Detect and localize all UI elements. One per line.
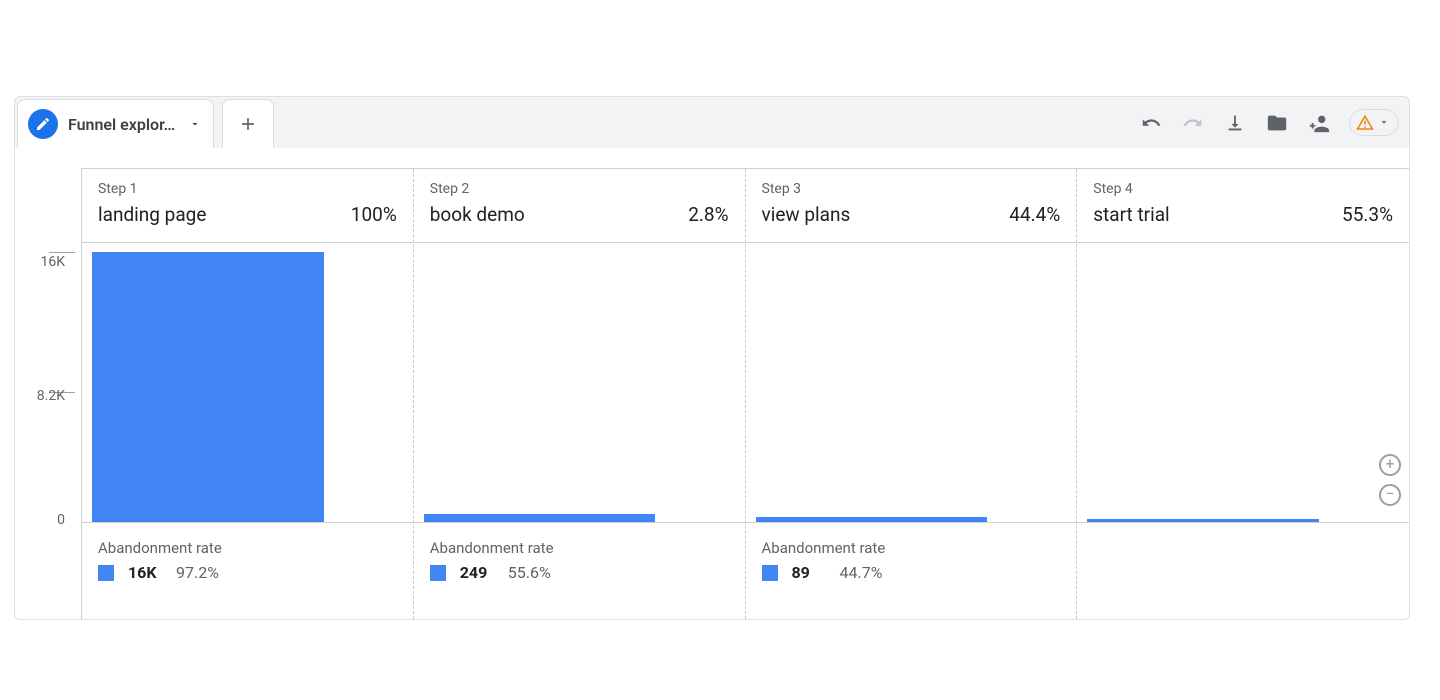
- pencil-icon: [28, 109, 58, 139]
- step-name: landing page: [98, 203, 206, 226]
- download-button[interactable]: [1223, 111, 1247, 135]
- abandonment-percent: 55.6%: [508, 563, 551, 582]
- step-number: Step 2: [430, 181, 729, 197]
- warning-icon: [1356, 114, 1374, 132]
- step-name: book demo: [430, 203, 525, 226]
- step-name: start trial: [1093, 203, 1169, 226]
- step-chart: [82, 243, 413, 523]
- abandonment-percent: 97.2%: [176, 563, 219, 582]
- step-percent: 44.4%: [1009, 203, 1060, 226]
- y-tick: 16K: [21, 254, 65, 270]
- toolbar: [1139, 109, 1409, 136]
- step-bar: [92, 252, 324, 522]
- abandonment-percent: 44.7%: [840, 563, 883, 582]
- funnel-steps: Step 1 landing page 100% Abandonment rate 16…: [81, 168, 1409, 619]
- insights-button[interactable]: [1349, 109, 1399, 136]
- abandonment: Abandonment rate 16K 97.2%: [82, 529, 413, 582]
- step-percent: 55.3%: [1342, 203, 1393, 226]
- abandonment-count: 16K: [128, 563, 162, 582]
- funnel-step: Step 3 view plans 44.4% Abandonment rate 89 4…: [746, 169, 1078, 619]
- zoom-in-button[interactable]: +: [1379, 454, 1401, 476]
- step-percent: 2.8%: [688, 203, 728, 226]
- y-tick: 0: [21, 512, 65, 528]
- legend-swatch: [430, 565, 446, 581]
- abandonment: Abandonment rate 249 55.6%: [414, 529, 745, 582]
- export-folder-button[interactable]: [1265, 111, 1289, 135]
- abandonment: Abandonment rate 89 44.7%: [746, 529, 1077, 582]
- step-percent: 100%: [351, 203, 397, 226]
- tab-bar: Funnel explor…: [14, 96, 1410, 148]
- chevron-down-icon: [1378, 113, 1390, 132]
- abandonment-label: Abandonment rate: [762, 539, 1061, 557]
- funnel-report: 16K 8.2K 0 Step 1 landing page 100% Abandon…: [14, 148, 1410, 620]
- step-number: Step 1: [98, 181, 397, 197]
- abandonment-count: 89: [792, 563, 826, 582]
- tab-title: Funnel explor…: [68, 115, 175, 134]
- step-chart: [414, 243, 745, 523]
- zoom-controls: + −: [1379, 454, 1401, 506]
- step-number: Step 4: [1093, 181, 1393, 197]
- share-user-button[interactable]: [1307, 111, 1331, 135]
- step-name: view plans: [762, 203, 851, 226]
- funnel-step: Step 2 book demo 2.8% Abandonment rate 249 55…: [414, 169, 746, 619]
- legend-swatch: [98, 565, 114, 581]
- step-chart: [1077, 243, 1409, 523]
- step-bar: [424, 514, 656, 522]
- zoom-out-button[interactable]: −: [1379, 484, 1401, 506]
- y-axis: 16K 8.2K 0: [15, 168, 81, 619]
- add-tab-button[interactable]: [222, 99, 274, 149]
- abandonment-label: Abandonment rate: [98, 539, 397, 557]
- y-tick: 8.2K: [21, 388, 65, 404]
- funnel-step: Step 4 start trial 55.3%: [1077, 169, 1409, 619]
- abandonment-count: 249: [460, 563, 494, 582]
- undo-button[interactable]: [1139, 111, 1163, 135]
- step-bar: [1087, 519, 1319, 522]
- legend-swatch: [762, 565, 778, 581]
- step-number: Step 3: [762, 181, 1061, 197]
- tab-funnel-exploration[interactable]: Funnel explor…: [17, 99, 214, 149]
- chevron-down-icon[interactable]: [189, 118, 201, 130]
- step-bar: [756, 517, 988, 522]
- redo-button[interactable]: [1181, 111, 1205, 135]
- funnel-step: Step 1 landing page 100% Abandonment rate 16…: [82, 169, 414, 619]
- abandonment-label: Abandonment rate: [430, 539, 729, 557]
- step-chart: [746, 243, 1077, 523]
